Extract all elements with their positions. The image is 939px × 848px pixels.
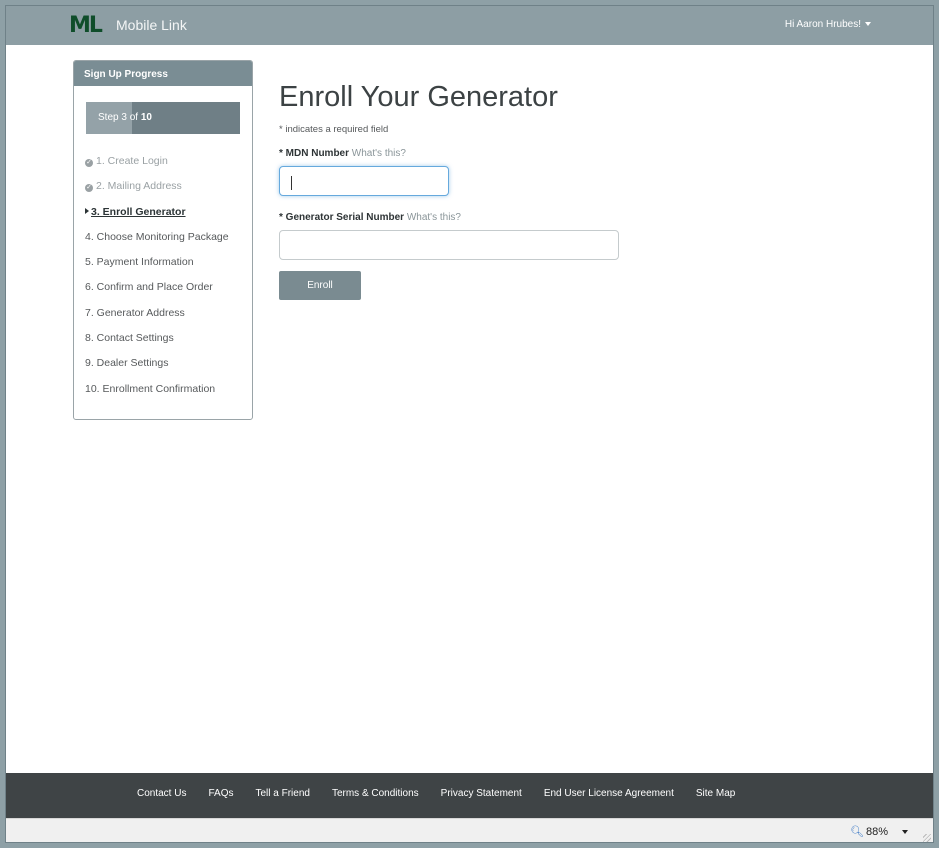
step-label: 5. Payment Information [85, 256, 194, 269]
footer-link[interactable]: End User License Agreement [544, 788, 674, 799]
footer-links: Contact Us FAQs Tell a Friend Terms & Condi… [137, 788, 757, 799]
caret-down-icon [865, 22, 871, 27]
step-item[interactable]: 3. Enroll Generator [85, 204, 250, 229]
step-label: 3. Enroll Generator [91, 205, 186, 218]
enroll-button[interactable]: Enroll [279, 271, 361, 300]
step-item: 10. Enrollment Confirmation [85, 381, 250, 406]
step-item: 7. Generator Address [85, 305, 250, 330]
generator-serial-input[interactable] [279, 230, 619, 260]
footer-link[interactable]: Privacy Statement [441, 788, 522, 799]
browser-window: ML Mobile Link Hi Aaron Hrubes! Sign Up … [5, 5, 934, 843]
serial-label: * Generator Serial Number What's this? [279, 212, 461, 223]
step-label: 6. Confirm and Place Order [85, 281, 213, 294]
zoom-level: 88% [865, 826, 888, 838]
logo[interactable]: ML [69, 13, 103, 39]
mdn-label: * MDN Number What's this? [279, 148, 406, 159]
zoom-dropdown-icon[interactable] [902, 830, 908, 834]
user-greeting: Hi Aaron Hrubes! [784, 19, 861, 30]
step-item[interactable]: ✓ 2. Mailing Address [85, 178, 250, 203]
footer-link[interactable]: FAQs [208, 788, 233, 799]
step-item: 8. Contact Settings [85, 330, 250, 355]
mdn-number-input[interactable] [279, 166, 449, 196]
zoom-icon: 🔍︎ [850, 826, 864, 838]
panel-title: Sign Up Progress [74, 61, 252, 86]
required-field-note: * indicates a required field [279, 124, 389, 135]
step-item: 6. Confirm and Place Order [85, 279, 250, 304]
status-bar: 🔍︎ 88% [6, 818, 933, 842]
footer-link[interactable]: Contact Us [137, 788, 186, 799]
step-label: 7. Generator Address [85, 306, 185, 319]
step-progress-bar: Step 3 of 10 [86, 102, 240, 134]
footer-link[interactable]: Tell a Friend [255, 788, 309, 799]
text-cursor [291, 176, 292, 190]
step-label: 4. Choose Monitoring Package [85, 230, 229, 243]
step-label: 10. Enrollment Confirmation [85, 382, 216, 395]
page-title: Enroll Your Generator [279, 81, 558, 113]
check-circle-icon: ✓ [85, 184, 93, 193]
step-item[interactable]: ✓ 1. Create Login [85, 153, 250, 178]
step-progress-text: Step 3 of 10 [98, 112, 152, 123]
step-label: 9. Dealer Settings [85, 357, 169, 370]
footer: Contact Us FAQs Tell a Friend Terms & Condi… [6, 773, 933, 818]
serial-help-link[interactable]: What's this? [407, 212, 461, 223]
arrow-right-icon [85, 207, 89, 214]
step-item: 5. Payment Information [85, 254, 250, 279]
step-label: 2. Mailing Address [96, 180, 182, 193]
footer-link[interactable]: Site Map [696, 788, 735, 799]
step-item: 4. Choose Monitoring Package [85, 229, 250, 254]
resize-grip-icon[interactable] [923, 834, 931, 842]
zoom-control[interactable]: 🔍︎ 88% [850, 825, 888, 838]
user-menu[interactable]: Hi Aaron Hrubes! [785, 19, 871, 30]
brand-name[interactable]: Mobile Link [116, 17, 187, 33]
step-label: 1. Create Login [96, 155, 168, 167]
mdn-help-link[interactable]: What's this? [352, 148, 406, 159]
signup-progress-panel: Sign Up Progress Step 3 of 10 ✓ 1. Create… [73, 60, 253, 420]
check-circle-icon: ✓ [85, 159, 93, 167]
top-nav: ML Mobile Link Hi Aaron Hrubes! [6, 6, 933, 45]
step-item: 9. Dealer Settings [85, 355, 250, 380]
footer-link[interactable]: Terms & Conditions [332, 788, 419, 799]
step-label: 8. Contact Settings [85, 332, 174, 345]
steps-list: ✓ 1. Create Login ✓ 2. Mailing Address 3. En… [85, 153, 250, 406]
